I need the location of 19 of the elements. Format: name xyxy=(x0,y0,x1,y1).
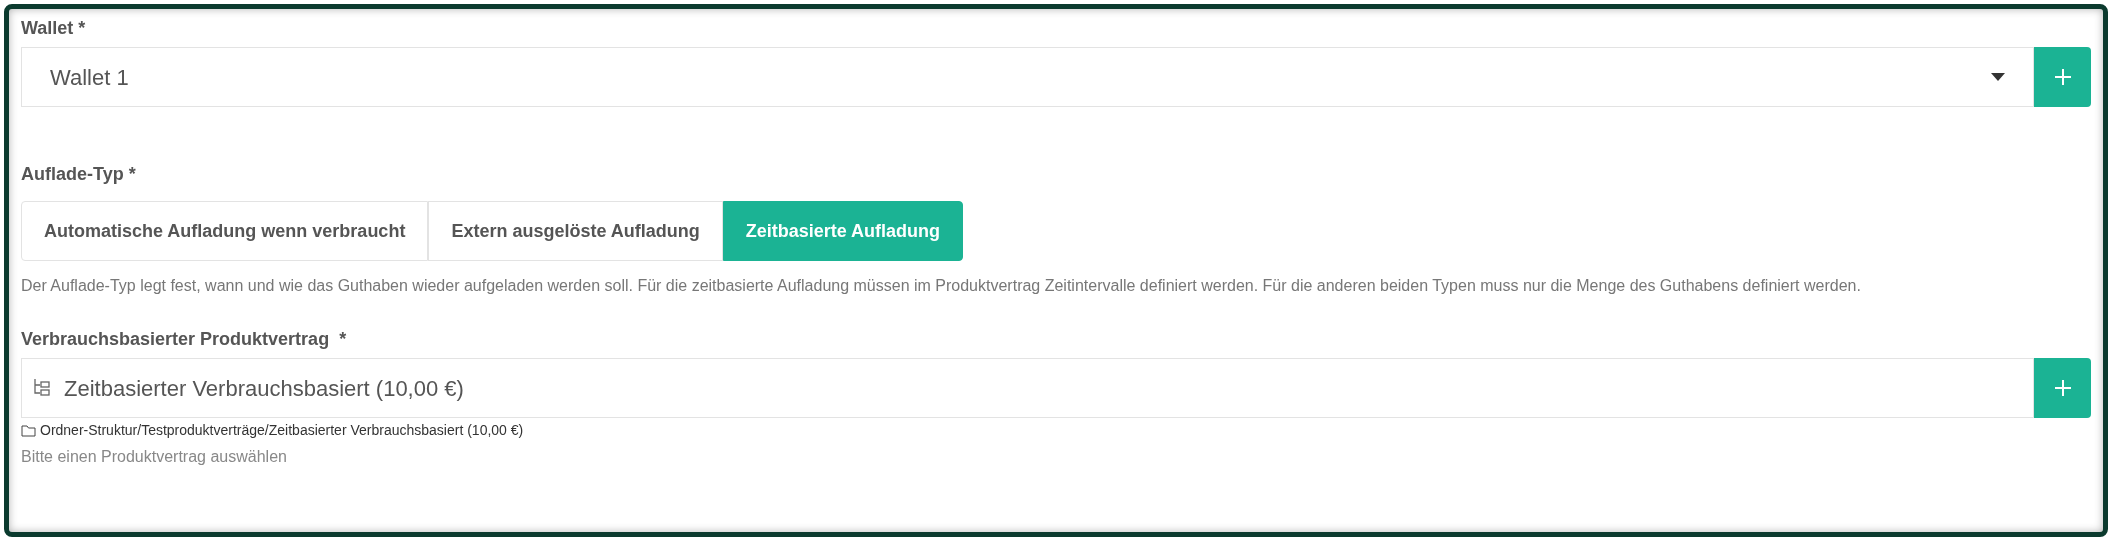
help-text: Der Auflade-Typ legt fest, wann und wie das Guthaben wieder aufgeladen werden soll. Für die zeitbasierte Aufladung müssen im Produktvertrag Zeitintervalle definiert werden. Für die anderen beiden Typen muss nur die Menge des Guthabens definiert werden. xyxy=(21,276,1862,296)
field-label: Auflade-Typ * xyxy=(21,163,137,186)
select-value: Zeitbasierter Verbrauchsbasiert (10,00 €) xyxy=(64,374,464,403)
segment-tab[interactable]: Automatische Aufladung wenn verbraucht xyxy=(21,201,429,261)
caret-icon xyxy=(1991,73,2005,81)
plus-icon xyxy=(2053,379,2072,397)
tree-icon xyxy=(32,378,52,398)
folder-path: Ordner-Struktur/Testproduktverträge/Zeitbasierter Verbrauchsbasiert (10,00 €) xyxy=(40,421,524,440)
plus-icon xyxy=(2053,68,2072,86)
select-value: Wallet 1 xyxy=(50,63,130,92)
folder-icon xyxy=(21,424,36,437)
segment-tab[interactable]: Extern ausgelöste Aufladung xyxy=(428,201,723,261)
add-button[interactable] xyxy=(2034,358,2091,418)
hint-text: Bitte einen Produktvertrag auswählen xyxy=(21,447,288,467)
add-button[interactable] xyxy=(2034,47,2091,107)
field-label: Verbrauchsbasierter Produktvertrag * xyxy=(21,328,348,351)
field-label: Wallet * xyxy=(21,17,87,40)
wallet-select[interactable]: Wallet 1 xyxy=(21,47,2034,107)
contract-select[interactable]: Zeitbasierter Verbrauchsbasiert (10,00 €) xyxy=(21,358,2034,418)
